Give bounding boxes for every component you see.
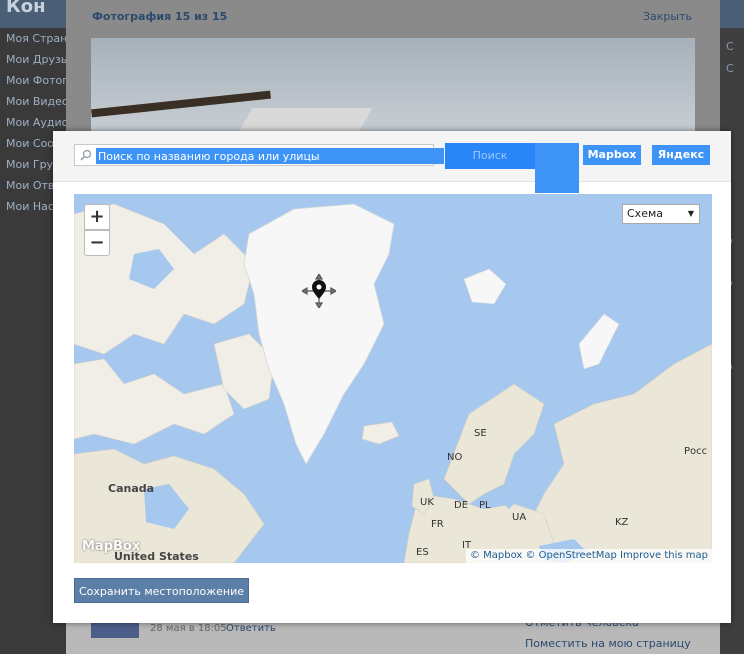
reply-link[interactable]: Ответить [226,623,276,634]
zoom-out-button[interactable]: − [84,230,110,256]
right-fragment: С [726,62,734,75]
comment-date: 28 мая в 18:05 [150,623,227,634]
map-label-es: ES [416,547,429,558]
mapbox-provider-button[interactable]: Mapbox [583,145,641,165]
chevron-down-icon: ▼ [687,209,694,218]
map-label-se: SE [474,428,487,439]
location-marker-icon[interactable] [302,274,336,308]
save-location-button[interactable]: Сохранить местоположение [74,578,249,603]
map-label-ua: UA [512,512,527,523]
menu-item-audio[interactable]: Мои Аудиоз [6,116,66,129]
menu-item-videos[interactable]: Мои Видеоз [6,95,66,108]
map-label-no: NO [447,452,463,463]
map-tiles [74,203,712,563]
search-button[interactable]: Поиск [445,143,535,169]
map-label-canada: Canada [108,482,155,495]
map-type-select[interactable]: Схема ▼ [622,204,700,224]
menu-item-friends[interactable]: Мои Друзья [6,53,66,66]
search-button-highlight [535,143,579,193]
comment-area: 28 мая в 18:05 Ответить Отметить человек… [66,616,720,654]
map-attribution[interactable]: © Mapbox © OpenStreetMap Improve this ma… [465,549,712,563]
put-on-page-link[interactable]: Поместить на мою страницу [525,637,691,650]
yandex-provider-button[interactable]: Яндекс [652,145,710,165]
map-type-value: Схема [627,207,663,220]
search-icon [80,149,92,161]
search-input[interactable] [96,148,444,164]
map-label-fr: FR [431,519,444,530]
location-dialog: Поиск Mapbox Яндекс [53,131,731,623]
dialog-toolbar: Поиск Mapbox Яндекс [53,131,731,193]
photo-close-link[interactable]: Закрыть [643,10,692,23]
map-label-uk: UK [420,497,434,508]
map-label-de: DE [454,500,469,511]
menu-item-photos[interactable]: Мои Фотогр [6,74,66,87]
avatar[interactable] [91,622,139,638]
photo-sail [229,108,373,132]
map-label-russia: Росс [684,446,708,457]
vk-logo[interactable]: Кон [6,0,46,17]
photo-image[interactable] [91,38,695,132]
map-label-kz: KZ [615,517,629,528]
right-fragment: С [726,40,734,53]
zoom-in-button[interactable]: + [84,204,110,230]
photo-title: Фотография 15 из 15 [92,10,228,23]
mapbox-logo[interactable]: MapBox [82,539,140,554]
menu-item-my-page[interactable]: Моя Страни [6,32,66,45]
map-label-pl: PL [479,500,491,511]
map-view[interactable]: + − Схема ▼ SE NO UK DE PL FR UA ES IT K… [74,194,712,563]
search-box[interactable] [74,144,444,166]
photo-beam [91,90,271,118]
